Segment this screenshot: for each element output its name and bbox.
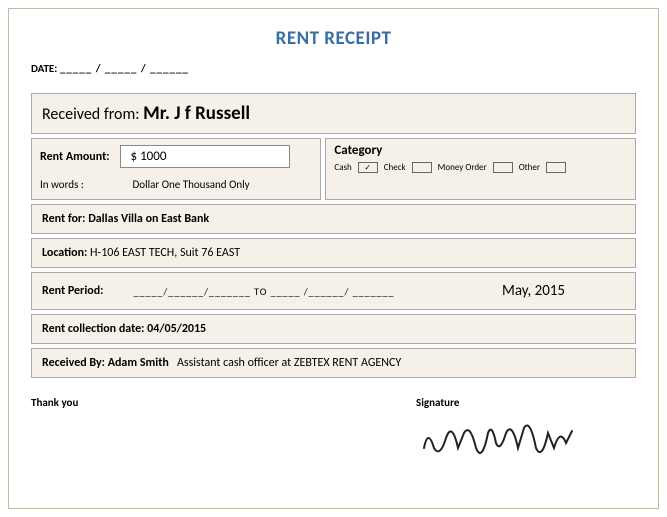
- received-from-value: Mr. J f Russell: [143, 102, 250, 125]
- document-title: RENT RECEIPT: [31, 27, 636, 50]
- cat-opt-moneyorder-checkbox[interactable]: [493, 162, 513, 173]
- cat-opt-cash-checkbox[interactable]: ✓: [358, 162, 378, 173]
- location-value: H-106 EAST TECH, Suit 76 EAST: [90, 246, 240, 260]
- received-by-role: Assistant cash officer at ZEBTEX RENT AG…: [177, 356, 401, 370]
- rent-amount-label: Rent Amount:: [40, 150, 110, 164]
- signature-image: [416, 413, 596, 463]
- collection-date-box: Rent collection date: 04/05/2015: [31, 314, 636, 344]
- date-line: DATE: _____ / _____ / ______: [31, 62, 636, 75]
- in-words-value: Dollar One Thousand Only: [133, 178, 250, 191]
- rent-for-value: Dallas Villa on East Bank: [88, 212, 209, 226]
- collection-date-label: Rent collection date:: [42, 322, 144, 336]
- rent-amount-value: $ 1000: [120, 145, 290, 168]
- received-by-box: Received By: Adam Smith Assistant cash o…: [31, 348, 636, 378]
- signature-column: Signature: [416, 396, 636, 466]
- rent-period-month: May, 2015: [502, 282, 565, 300]
- location-box: Location: H-106 EAST TECH, Suit 76 EAST: [31, 238, 636, 268]
- cat-opt-other-checkbox[interactable]: [546, 162, 566, 173]
- signature-label: Signature: [416, 396, 636, 409]
- cat-opt-check-label: Check: [384, 162, 406, 173]
- received-from-label: Received from:: [42, 105, 140, 124]
- amount-category-row: Rent Amount: $ 1000 In words : Dollar On…: [31, 138, 636, 200]
- date-label: DATE:: [31, 62, 57, 75]
- location-label: Location:: [42, 246, 87, 260]
- in-words-label: In words :: [40, 178, 130, 191]
- date-blanks: _____ / _____ / ______: [60, 62, 189, 75]
- rent-period-label: Rent Period:: [42, 284, 103, 298]
- rent-amount-box: Rent Amount: $ 1000 In words : Dollar On…: [31, 138, 321, 200]
- rent-period-box: Rent Period: _____/______/_______ TO ___…: [31, 272, 636, 310]
- category-options: Cash ✓ Check Money Order Other: [334, 162, 627, 173]
- rent-for-box: Rent for: Dallas Villa on East Bank: [31, 204, 636, 234]
- category-title: Category: [334, 143, 627, 158]
- received-by-label: Received By:: [42, 356, 105, 370]
- rent-for-label: Rent for:: [42, 212, 85, 226]
- receipt-page: RENT RECEIPT DATE: _____ / _____ / _____…: [8, 8, 659, 509]
- received-from-box: Received from: Mr. J f Russell: [31, 93, 636, 134]
- cat-opt-moneyorder-label: Money Order: [438, 162, 487, 173]
- rent-period-blanks: _____/______/_______ TO _____ /______/ _…: [133, 285, 394, 298]
- thank-you: Thank you: [31, 396, 78, 466]
- cat-opt-check-checkbox[interactable]: [412, 162, 432, 173]
- collection-date-value: 04/05/2015: [147, 322, 206, 336]
- received-by-name: Adam Smith: [108, 356, 169, 370]
- cat-opt-other-label: Other: [519, 162, 540, 173]
- footer-row: Thank you Signature: [31, 396, 636, 466]
- cat-opt-cash-label: Cash: [334, 162, 351, 173]
- category-box: Category Cash ✓ Check Money Order Other: [325, 138, 636, 200]
